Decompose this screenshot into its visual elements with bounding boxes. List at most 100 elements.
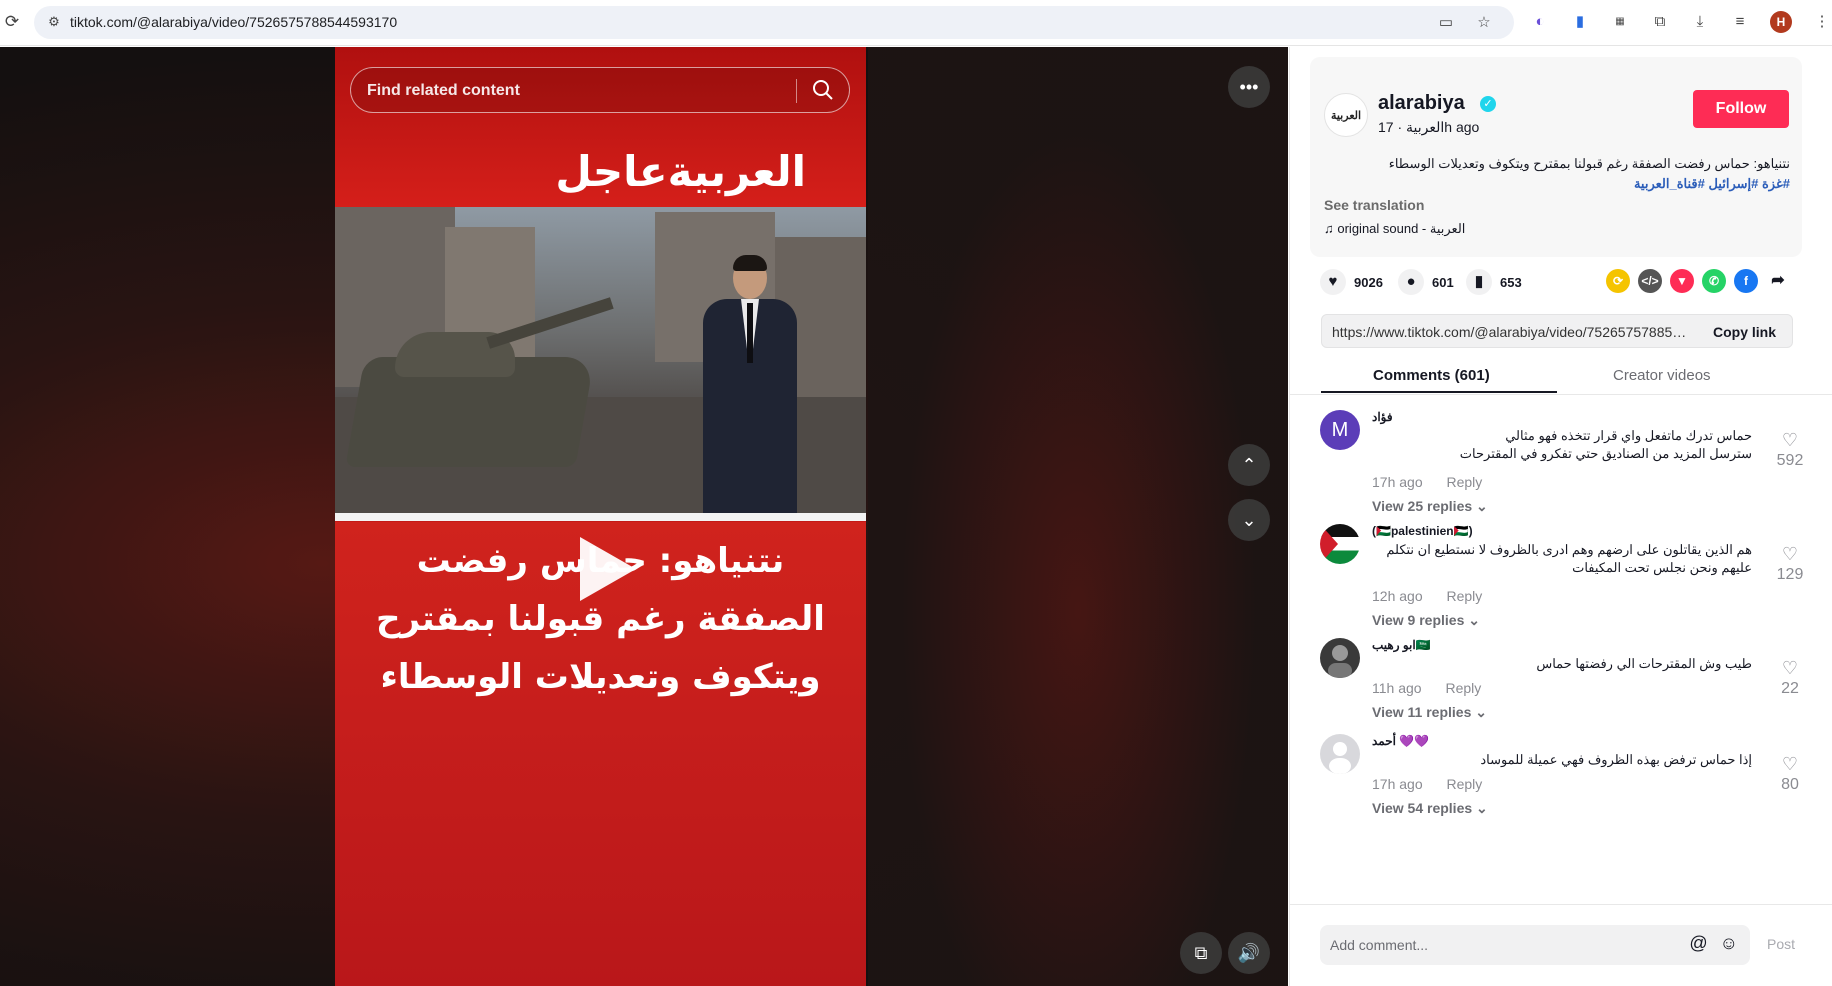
follow-button[interactable]: Follow xyxy=(1693,90,1789,128)
view-replies-button[interactable]: View 54 replies ⌄ xyxy=(1372,800,1488,817)
floating-player-icon[interactable]: ⧉ xyxy=(1180,932,1222,974)
url-text[interactable]: tiktok.com/@alarabiya/video/752657578854… xyxy=(70,14,397,30)
address-bar[interactable]: ⚙ tiktok.com/@alarabiya/video/7526575788… xyxy=(34,6,1514,39)
download-icon[interactable]: ⤓ xyxy=(1690,12,1710,32)
share-link-text[interactable]: https://www.tiktok.com/@alarabiya/video/… xyxy=(1332,324,1687,340)
post-caption: نتنياهو: حماس رفضت الصفقة رغم قبولنا بمق… xyxy=(1388,156,1790,171)
active-tab-indicator xyxy=(1321,391,1557,393)
heart-outline-icon[interactable]: ♡ xyxy=(1770,658,1810,678)
chevron-down-icon: ⌄ xyxy=(1476,498,1488,514)
comment-time: 11h ago xyxy=(1372,680,1422,696)
comment-like[interactable]: ♡ 80 xyxy=(1770,754,1810,794)
comment-like-count: 22 xyxy=(1781,680,1799,697)
video-frame[interactable]: العربيةعاجل xyxy=(335,47,866,986)
bookmark-star-icon[interactable]: ☆ xyxy=(1474,13,1494,33)
palestine-flag-icon xyxy=(1320,524,1338,564)
avatar[interactable] xyxy=(1320,734,1360,774)
avatar[interactable] xyxy=(1320,638,1360,678)
like-action[interactable]: ♥ 9026 xyxy=(1320,267,1383,297)
view-replies-button[interactable]: View 9 replies ⌄ xyxy=(1372,612,1480,629)
tab-comments[interactable]: Comments (601) xyxy=(1373,367,1490,384)
share-arrow-icon[interactable]: ➦ xyxy=(1766,269,1790,293)
repost-icon[interactable]: ⟳ xyxy=(1606,269,1630,293)
comment-item: (🇵🇸palestinien🇵🇸) هم الذين يقاتلون على ا… xyxy=(1320,524,1820,634)
anchor-hair xyxy=(733,255,767,271)
whatsapp-icon[interactable]: ✆ xyxy=(1702,269,1726,293)
post-info-card: العربية alarabiya ✓ العربية · 17h ago Fo… xyxy=(1310,57,1802,257)
anchor-tie xyxy=(747,303,753,363)
heart-outline-icon[interactable]: ♡ xyxy=(1770,754,1810,774)
post-button[interactable]: Post xyxy=(1767,936,1795,952)
mention-icon[interactable]: @ xyxy=(1689,933,1707,954)
view-replies-label: View 9 replies xyxy=(1372,612,1465,628)
play-icon[interactable] xyxy=(580,537,636,601)
avatar[interactable] xyxy=(1320,524,1360,564)
post-hashtags[interactable]: #غزة #إسرائيل #قناة_العربية xyxy=(1324,176,1790,192)
reply-button[interactable]: Reply xyxy=(1447,588,1483,604)
share-link-box: https://www.tiktok.com/@alarabiya/video/… xyxy=(1321,314,1793,348)
reply-button[interactable]: Reply xyxy=(1447,474,1483,490)
avatar[interactable]: M xyxy=(1320,410,1360,450)
comment-username[interactable]: ابو رهيب🇸🇦 xyxy=(1372,638,1431,652)
bookmark-icon[interactable]: ▮ xyxy=(1466,269,1492,295)
extension-shield-icon[interactable]: ◐ xyxy=(1530,12,1550,32)
channel-handle[interactable]: alarabiya xyxy=(1378,92,1465,115)
install-app-icon[interactable]: ▭ xyxy=(1436,13,1456,33)
extension-audio-icon[interactable]: ▮ xyxy=(1570,12,1590,32)
heart-icon[interactable]: ♥ xyxy=(1320,269,1346,295)
see-translation-link[interactable]: See translation xyxy=(1324,197,1424,213)
reload-icon[interactable]: ⟳ xyxy=(2,12,22,32)
embed-code-icon[interactable]: </> xyxy=(1638,269,1662,293)
more-options-icon[interactable]: ••• xyxy=(1228,66,1270,108)
media-control-icon[interactable]: ≡ xyxy=(1730,12,1750,32)
portrait-avatar-icon xyxy=(1328,645,1352,678)
chevron-down-icon[interactable]: ⌄ xyxy=(1228,499,1270,541)
copy-link-button[interactable]: Copy link xyxy=(1713,324,1776,340)
search-placeholder: Find related content xyxy=(367,82,520,99)
profile-avatar[interactable]: H xyxy=(1770,11,1792,33)
search-divider xyxy=(796,79,797,103)
extension-grid-icon[interactable]: ▦ xyxy=(1610,12,1630,32)
reply-button[interactable]: Reply xyxy=(1447,776,1483,792)
comment-text: هم الذين يقاتلون على ارضهم وهم ادرى بالظ… xyxy=(1386,542,1752,575)
comment-like[interactable]: ♡ 22 xyxy=(1770,658,1810,698)
comment-bubble-icon[interactable]: ● xyxy=(1398,269,1424,295)
save-action[interactable]: ▮ 653 xyxy=(1466,267,1522,297)
volume-icon[interactable]: 🔊 xyxy=(1228,932,1270,974)
like-count: 9026 xyxy=(1354,274,1383,290)
site-info-icon[interactable]: ⚙ xyxy=(46,14,62,30)
comment-input[interactable]: Add comment... @ ☺ xyxy=(1320,925,1750,965)
chevron-up-icon[interactable]: ⌃ xyxy=(1228,444,1270,486)
comment-like[interactable]: ♡ 129 xyxy=(1770,544,1810,584)
emoji-icon[interactable]: ☺ xyxy=(1720,933,1738,954)
heart-outline-icon[interactable]: ♡ xyxy=(1770,544,1810,564)
extensions-puzzle-icon[interactable]: ⧉ xyxy=(1650,12,1670,32)
comment-list: M فؤاد حماس تدرك ماتفعل واي قرار تتخذه ف… xyxy=(1290,402,1832,902)
find-related-search[interactable]: Find related content xyxy=(350,67,850,113)
view-replies-button[interactable]: View 25 replies ⌄ xyxy=(1372,498,1488,515)
comment-username[interactable]: أحمد 💜💜 xyxy=(1372,734,1429,748)
channel-avatar[interactable]: العربية xyxy=(1324,93,1368,137)
video-player[interactable]: العربيةعاجل نتنياهو: حماس رفضت الصفقة رغ… xyxy=(0,47,1288,986)
view-replies-label: View 11 replies xyxy=(1372,704,1472,720)
chevron-down-icon: ⌄ xyxy=(1475,704,1487,720)
search-icon[interactable] xyxy=(811,78,835,102)
comment-action[interactable]: ● 601 xyxy=(1398,267,1454,297)
comment-like-count: 80 xyxy=(1781,776,1799,793)
comment-username[interactable]: (🇵🇸palestinien🇵🇸) xyxy=(1372,524,1473,538)
comment-username[interactable]: فؤاد xyxy=(1372,410,1393,424)
original-sound-link[interactable]: ♫ original sound - العربية xyxy=(1324,221,1465,237)
comment-like[interactable]: ♡ 592 xyxy=(1770,430,1810,470)
menu-kebab-icon[interactable]: ⋮ xyxy=(1812,12,1832,32)
video-blur-background-right xyxy=(868,47,1288,986)
scene-divider xyxy=(335,513,866,521)
send-to-friends-icon[interactable]: ▼ xyxy=(1670,269,1694,293)
view-replies-button[interactable]: View 11 replies ⌄ xyxy=(1372,704,1487,721)
tab-creator-videos[interactable]: Creator videos xyxy=(1613,367,1711,384)
facebook-icon[interactable]: f xyxy=(1734,269,1758,293)
reply-button[interactable]: Reply xyxy=(1445,680,1481,696)
news-anchor xyxy=(695,255,805,513)
heart-outline-icon[interactable]: ♡ xyxy=(1770,430,1810,450)
view-replies-label: View 25 replies xyxy=(1372,498,1473,514)
comment-count: 601 xyxy=(1432,274,1454,290)
